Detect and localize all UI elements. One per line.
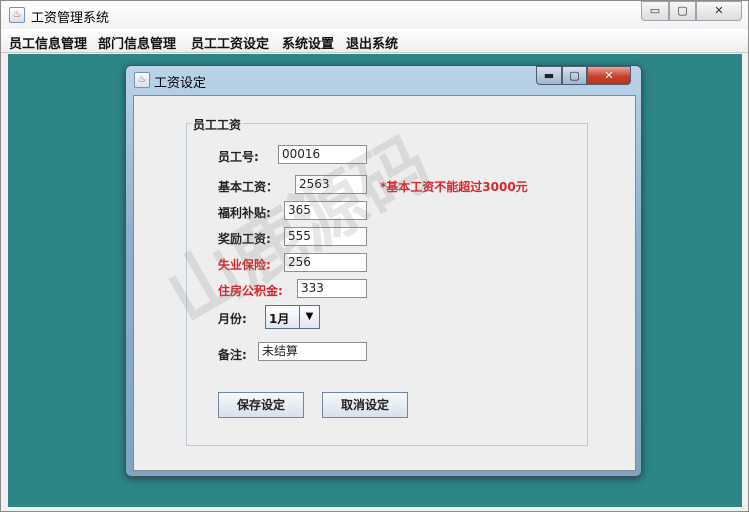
java-app-icon: ♨ xyxy=(9,7,25,23)
menu-employee-info[interactable]: 员工信息管理 xyxy=(9,33,87,52)
dialog-content: 员工工资 员工号: 00016 基本工资： 2563 *基本工资不能超过3000… xyxy=(133,95,636,471)
housing-fund-label: 住房公积金: xyxy=(218,284,283,298)
month-label: 月份: xyxy=(218,312,247,326)
cancel-settings-button[interactable]: 取消设定 xyxy=(322,392,408,418)
menu-salary-settings[interactable]: 员工工资设定 xyxy=(191,33,269,52)
month-selected-value: 1月 xyxy=(269,312,290,326)
dialog-maximize-button[interactable]: ▢ xyxy=(562,66,587,85)
menu-system-settings[interactable]: 系统设置 xyxy=(282,33,334,52)
dialog-close-button[interactable]: ✕ xyxy=(587,66,631,85)
month-select[interactable]: 1月 ▼ xyxy=(265,305,320,329)
group-title: 员工工资 xyxy=(191,116,244,133)
salary-group-box: 员工工资 员工号: 00016 基本工资： 2563 *基本工资不能超过3000… xyxy=(186,116,588,446)
welfare-input[interactable]: 365 xyxy=(284,201,367,220)
dialog-minimize-button[interactable]: ▬ xyxy=(536,66,562,85)
remark-input[interactable]: 未结算 xyxy=(258,342,367,361)
welfare-label: 福利补贴: xyxy=(218,206,271,220)
bonus-input[interactable]: 555 xyxy=(284,227,367,246)
housing-fund-input[interactable]: 333 xyxy=(297,279,367,298)
java-app-icon: ♨ xyxy=(134,72,150,88)
remark-label: 备注: xyxy=(218,348,247,362)
unemployment-insurance-input[interactable]: 256 xyxy=(284,253,367,272)
bonus-label: 奖励工资: xyxy=(218,232,271,246)
menu-bar: 员工信息管理 部门信息管理 员工工资设定 系统设置 退出系统 xyxy=(1,29,748,53)
employee-id-label: 员工号: xyxy=(218,150,259,164)
employee-id-input[interactable]: 00016 xyxy=(278,145,367,164)
salary-settings-dialog: ♨ 工资设定 ▬ ▢ ✕ 员工工资 员工号: 00016 基本工资： 2563 … xyxy=(125,65,642,477)
main-window: ♨ 工资管理系统 ▭ ▢ ✕ 员工信息管理 部门信息管理 员工工资设定 系统设置… xyxy=(0,0,749,512)
chevron-down-icon[interactable]: ▼ xyxy=(299,306,319,328)
save-settings-button[interactable]: 保存设定 xyxy=(218,392,304,418)
base-salary-warning: *基本工资不能超过3000元 xyxy=(380,180,528,194)
close-button[interactable]: ✕ xyxy=(696,1,742,21)
menu-department-info[interactable]: 部门信息管理 xyxy=(98,33,176,52)
main-window-title: 工资管理系统 xyxy=(31,11,110,26)
base-salary-label: 基本工资： xyxy=(218,180,279,194)
minimize-button[interactable]: ▭ xyxy=(641,1,669,21)
menu-exit-system[interactable]: 退出系统 xyxy=(346,33,398,52)
main-title-bar[interactable]: ♨ 工资管理系统 ▭ ▢ ✕ xyxy=(1,1,748,29)
maximize-button[interactable]: ▢ xyxy=(669,1,696,21)
unemployment-insurance-label: 失业保险: xyxy=(218,258,271,272)
base-salary-input[interactable]: 2563 xyxy=(295,175,367,194)
dialog-title[interactable]: 工资设定 xyxy=(154,72,206,91)
